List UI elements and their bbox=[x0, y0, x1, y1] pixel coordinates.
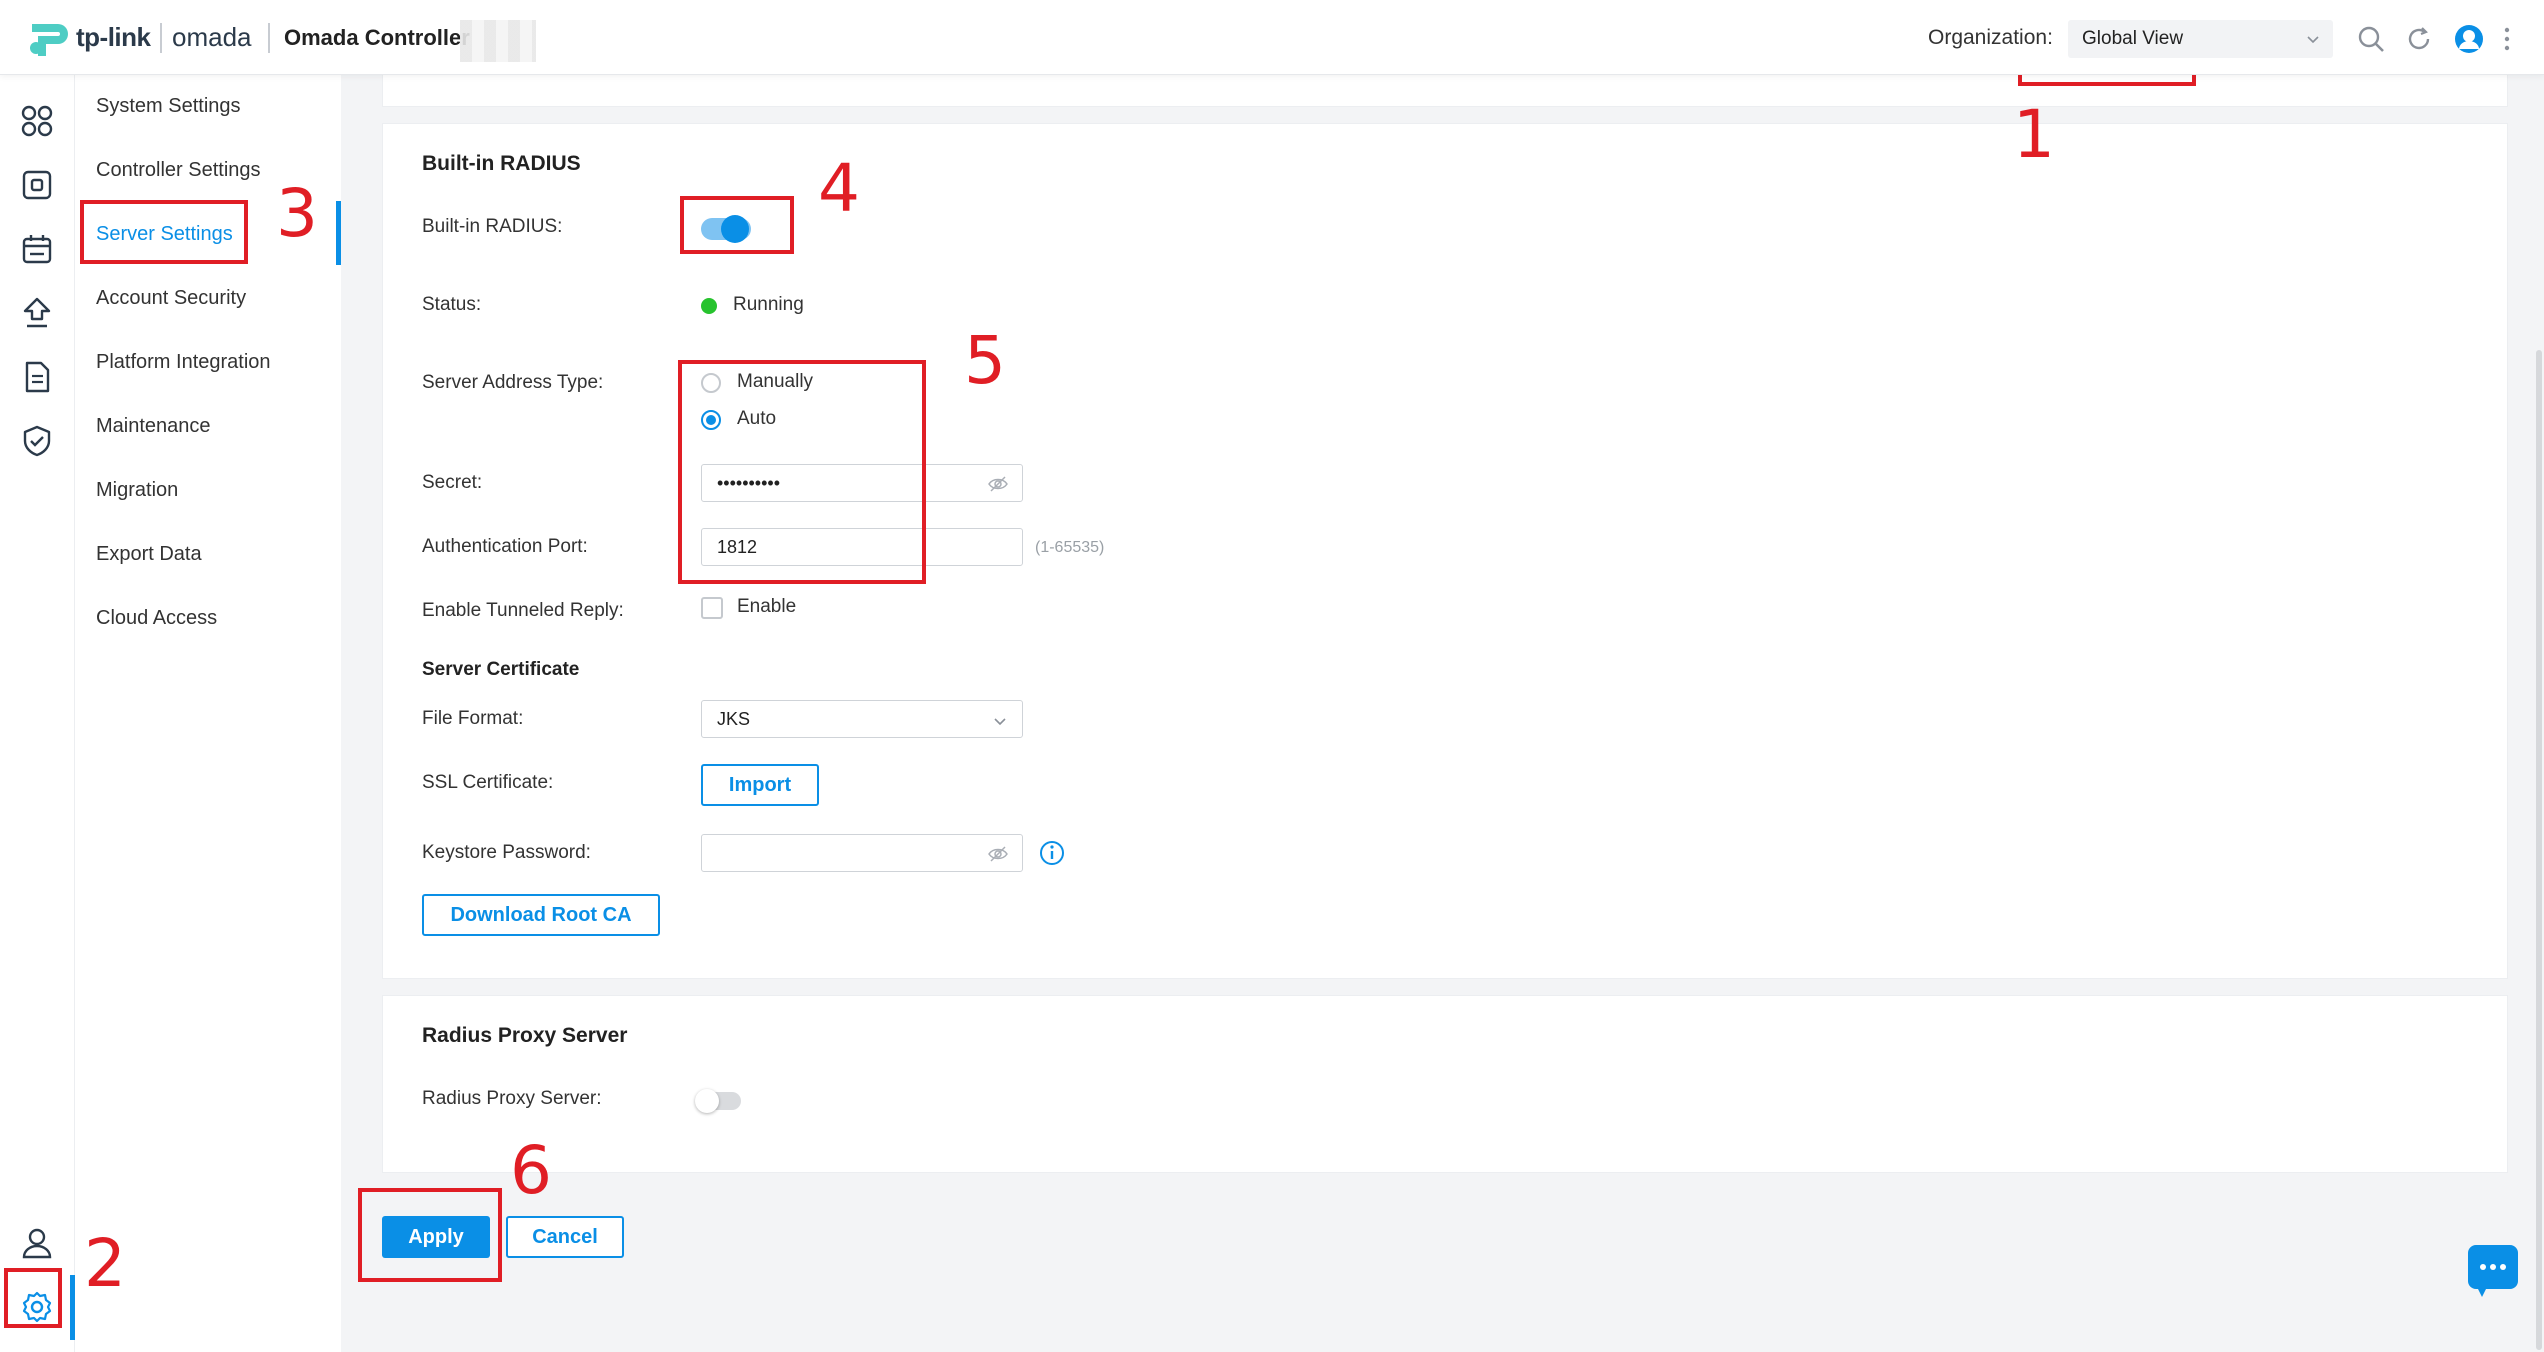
dashboard-icon[interactable] bbox=[19, 103, 55, 139]
status-label: Status: bbox=[422, 294, 482, 315]
upgrade-icon[interactable] bbox=[19, 295, 55, 331]
organization-value: Global View bbox=[2082, 28, 2184, 49]
tunneled-reply-label: Enable Tunneled Reply: bbox=[422, 600, 624, 621]
organization-select[interactable]: Global View bbox=[2068, 20, 2333, 58]
annotation-box-5 bbox=[678, 360, 926, 584]
authentication-port-hint: (1-65535) bbox=[1035, 539, 1105, 556]
download-root-ca-button[interactable]: Download Root CA bbox=[422, 894, 660, 936]
import-button[interactable]: Import bbox=[701, 764, 819, 806]
chevron-down-icon bbox=[994, 718, 1006, 726]
organization-label: Organization: bbox=[1928, 26, 2053, 49]
chat-icon bbox=[2478, 1264, 2506, 1297]
annotation-number-3: 3 bbox=[276, 175, 318, 252]
info-icon[interactable] bbox=[1039, 840, 1065, 866]
submenu-active-indicator bbox=[336, 201, 341, 265]
annotation-number-2: 2 bbox=[84, 1225, 126, 1302]
submenu-item-cloud-access[interactable]: Cloud Access bbox=[96, 607, 217, 630]
blurred-site-name bbox=[460, 20, 536, 62]
annotation-number-6: 6 bbox=[510, 1132, 552, 1209]
logs-icon[interactable] bbox=[19, 359, 55, 395]
more-options-icon[interactable] bbox=[2502, 24, 2512, 54]
schedule-icon[interactable] bbox=[19, 231, 55, 267]
builtin-radius-label: Built-in RADIUS: bbox=[422, 216, 563, 237]
submenu-item-migration[interactable]: Migration bbox=[96, 479, 178, 502]
submenu-item-system-settings[interactable]: System Settings bbox=[96, 95, 241, 118]
submenu-item-maintenance[interactable]: Maintenance bbox=[96, 415, 211, 438]
submenu-item-export-data[interactable]: Export Data bbox=[96, 543, 202, 566]
server-address-type-label: Server Address Type: bbox=[422, 372, 604, 393]
page-scrollbar[interactable] bbox=[2536, 350, 2542, 1350]
file-format-select[interactable]: JKS bbox=[701, 700, 1023, 738]
radius-proxy-label: Radius Proxy Server: bbox=[422, 1088, 602, 1109]
annotation-box-4 bbox=[680, 196, 794, 254]
chat-support-button[interactable] bbox=[2468, 1245, 2518, 1297]
tp-link-logo-icon bbox=[30, 24, 68, 56]
chevron-down-icon bbox=[2307, 36, 2319, 44]
toggle-knob bbox=[695, 1089, 719, 1113]
annotation-number-5: 5 bbox=[964, 322, 1006, 399]
icon-rail bbox=[0, 75, 75, 1352]
cancel-button[interactable]: Cancel bbox=[506, 1216, 624, 1258]
radius-proxy-toggle[interactable] bbox=[695, 1089, 741, 1113]
annotation-number-4: 4 bbox=[818, 150, 860, 227]
brand-divider bbox=[160, 23, 162, 53]
tunneled-reply-enable-label[interactable]: Enable bbox=[737, 596, 796, 618]
app-title: Omada Controller bbox=[284, 25, 470, 50]
settings-submenu: System Settings Controller Settings Serv… bbox=[75, 75, 341, 1352]
annotation-box-3 bbox=[80, 200, 248, 264]
submenu-item-account-security[interactable]: Account Security bbox=[96, 287, 246, 310]
user-avatar-icon[interactable] bbox=[2454, 24, 2484, 54]
tunneled-reply-checkbox[interactable] bbox=[701, 597, 723, 619]
keystore-password-input[interactable] bbox=[701, 834, 1023, 872]
authentication-port-label: Authentication Port: bbox=[422, 536, 588, 557]
file-format-label: File Format: bbox=[422, 708, 524, 729]
status-running-dot bbox=[701, 298, 717, 314]
keystore-password-label: Keystore Password: bbox=[422, 842, 591, 863]
secret-label: Secret: bbox=[422, 472, 483, 493]
devices-icon[interactable] bbox=[19, 167, 55, 203]
eye-hidden-icon[interactable] bbox=[988, 475, 1008, 493]
radius-proxy-card: Radius Proxy Server Radius Proxy Server: bbox=[382, 995, 2508, 1173]
annotation-box-6 bbox=[358, 1188, 502, 1282]
annotation-number-1: 1 bbox=[2013, 96, 2055, 173]
top-bar: tp-link omada Omada Controller Organizat… bbox=[0, 0, 2544, 75]
security-icon[interactable] bbox=[19, 423, 55, 459]
server-certificate-title: Server Certificate bbox=[422, 659, 580, 680]
radius-section-title: Built-in RADIUS bbox=[422, 152, 581, 175]
eye-hidden-icon[interactable] bbox=[988, 845, 1008, 863]
submenu-item-controller-settings[interactable]: Controller Settings bbox=[96, 159, 261, 182]
refresh-icon[interactable] bbox=[2404, 24, 2434, 54]
file-format-value: JKS bbox=[717, 709, 751, 729]
account-icon[interactable] bbox=[19, 1225, 55, 1261]
radius-proxy-title: Radius Proxy Server bbox=[422, 1024, 628, 1047]
brand-tplink: tp-link bbox=[76, 22, 151, 52]
title-divider bbox=[268, 23, 270, 53]
annotation-box-2 bbox=[4, 1268, 62, 1328]
status-value: Running bbox=[733, 294, 804, 315]
brand-omada: omada bbox=[172, 22, 252, 52]
submenu-item-platform-integration[interactable]: Platform Integration bbox=[96, 351, 271, 374]
search-icon[interactable] bbox=[2356, 24, 2386, 54]
ssl-certificate-label: SSL Certificate: bbox=[422, 772, 554, 793]
